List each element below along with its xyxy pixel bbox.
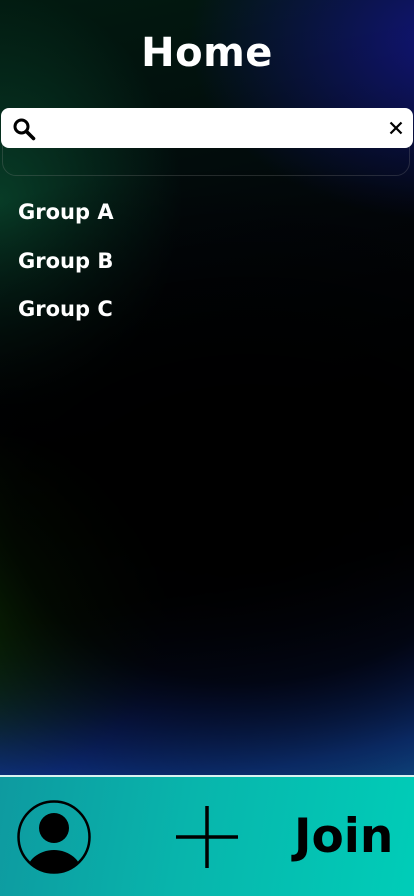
list-item-group-c[interactable]: Group C xyxy=(18,293,114,342)
close-icon[interactable] xyxy=(388,120,404,136)
join-button[interactable]: Join xyxy=(294,807,393,867)
page-title: Home xyxy=(141,30,273,76)
group-list: Group A Group B Group C xyxy=(18,196,114,342)
bottom-nav-bar: Join xyxy=(0,777,414,896)
search-icon xyxy=(13,118,36,141)
plus-icon[interactable] xyxy=(175,805,239,869)
search-input[interactable] xyxy=(45,114,375,142)
search-bar[interactable] xyxy=(1,108,413,148)
list-item-group-a[interactable]: Group A xyxy=(18,196,114,245)
user-avatar-icon[interactable] xyxy=(17,800,91,874)
list-item-group-b[interactable]: Group B xyxy=(18,245,114,294)
